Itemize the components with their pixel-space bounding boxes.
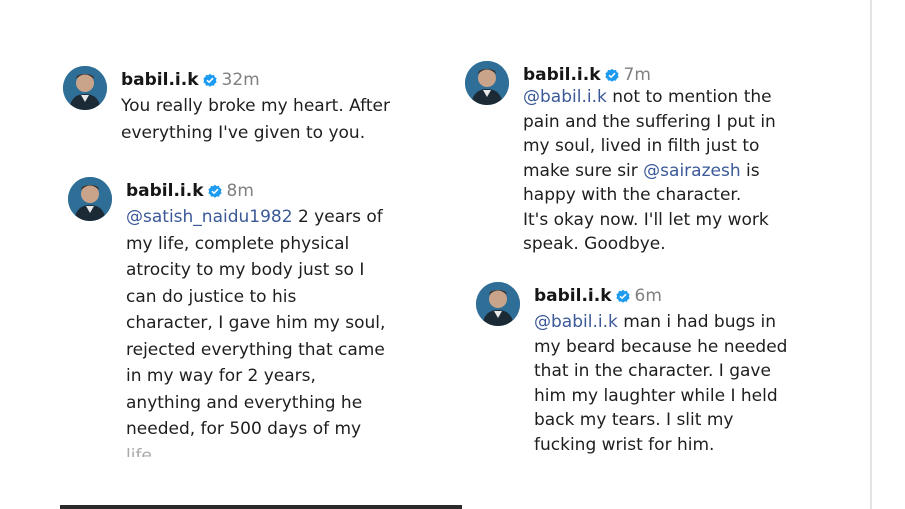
timestamp: 6m — [634, 286, 662, 306]
comment-text: @babil.i.k not to mention the pain and t… — [523, 85, 776, 257]
text-line: make sure sir @sairazesh is — [523, 159, 776, 184]
truncated-text-line: life — [126, 445, 152, 457]
mention-link[interactable]: @satish_naidu1982 — [126, 207, 293, 227]
text-line: can do justice to his — [126, 286, 297, 307]
comment-text: @satish_naidu1982 2 years of my life, co… — [126, 204, 385, 457]
text-line: pain and the suffering I put in — [523, 111, 776, 132]
username[interactable]: babil.i.k — [523, 65, 601, 85]
avatar[interactable] — [465, 61, 509, 105]
text-line: It's okay now. I'll let my work — [523, 209, 769, 230]
text-line: my beard because he needed — [534, 336, 788, 357]
text-fragment: make sure sir — [523, 160, 644, 181]
text-line: anything and everything he — [126, 392, 363, 413]
text-line: @babil.i.k man i had bugs in — [534, 310, 787, 335]
username[interactable]: babil.i.k — [121, 70, 199, 90]
text-line: You really broke my heart. After — [121, 96, 390, 116]
verified-badge-icon — [207, 182, 223, 206]
text-line: him my laughter while I held — [534, 385, 778, 406]
comment-header: babil.i.k 32m — [121, 68, 260, 95]
mention-link[interactable]: @babil.i.k — [534, 312, 618, 332]
text-line: fucking wrist for him. — [534, 434, 715, 455]
mention-link[interactable]: @babil.i.k — [523, 87, 607, 107]
text-fragment: man i had bugs in — [617, 312, 777, 332]
text-line: needed, for 500 days of my — [126, 419, 362, 439]
text-line: everything I've given to you. — [121, 122, 366, 143]
avatar[interactable] — [68, 177, 112, 221]
text-fragment: not to mention the — [606, 87, 772, 107]
timestamp: 32m — [221, 70, 260, 90]
text-line: that in the character. I gave — [534, 361, 771, 381]
username[interactable]: babil.i.k — [534, 286, 612, 306]
mention-link[interactable]: @sairazesh — [643, 161, 740, 181]
comment-header: babil.i.k 6m — [534, 284, 662, 311]
text-line: in my way for 2 years, — [126, 366, 316, 386]
text-fragment: is — [740, 160, 760, 181]
text-line: speak. Goodbye. — [523, 234, 666, 254]
text-line: character, I gave him my soul, — [126, 313, 386, 333]
text-line: rejected everything that came — [126, 339, 385, 360]
verified-badge-icon — [202, 71, 218, 95]
timestamp: 8m — [226, 181, 254, 201]
comment-text: You really broke my heart. After everyth… — [121, 93, 390, 146]
text-line: atrocity to my body just so I — [126, 260, 365, 280]
username[interactable]: babil.i.k — [126, 181, 204, 201]
bottom-divider — [60, 505, 462, 509]
verified-badge-icon — [615, 287, 631, 311]
comment-text: @babil.i.k man i had bugs in my beard be… — [534, 310, 787, 457]
text-fragment: 2 years of — [292, 207, 383, 227]
text-line: @satish_naidu1982 2 years of — [126, 204, 385, 231]
avatar[interactable] — [476, 282, 520, 326]
text-line: my life, complete physical — [126, 233, 350, 254]
frame-divider — [870, 0, 872, 509]
avatar[interactable] — [63, 66, 107, 110]
text-line: happy with the character. — [523, 185, 742, 205]
comment-header: babil.i.k 8m — [126, 179, 254, 206]
text-line: back my tears. I slit my — [534, 410, 734, 430]
timestamp: 7m — [623, 65, 651, 85]
text-line: @babil.i.k not to mention the — [523, 85, 776, 110]
text-line: my soul, lived in filth just to — [523, 136, 760, 156]
